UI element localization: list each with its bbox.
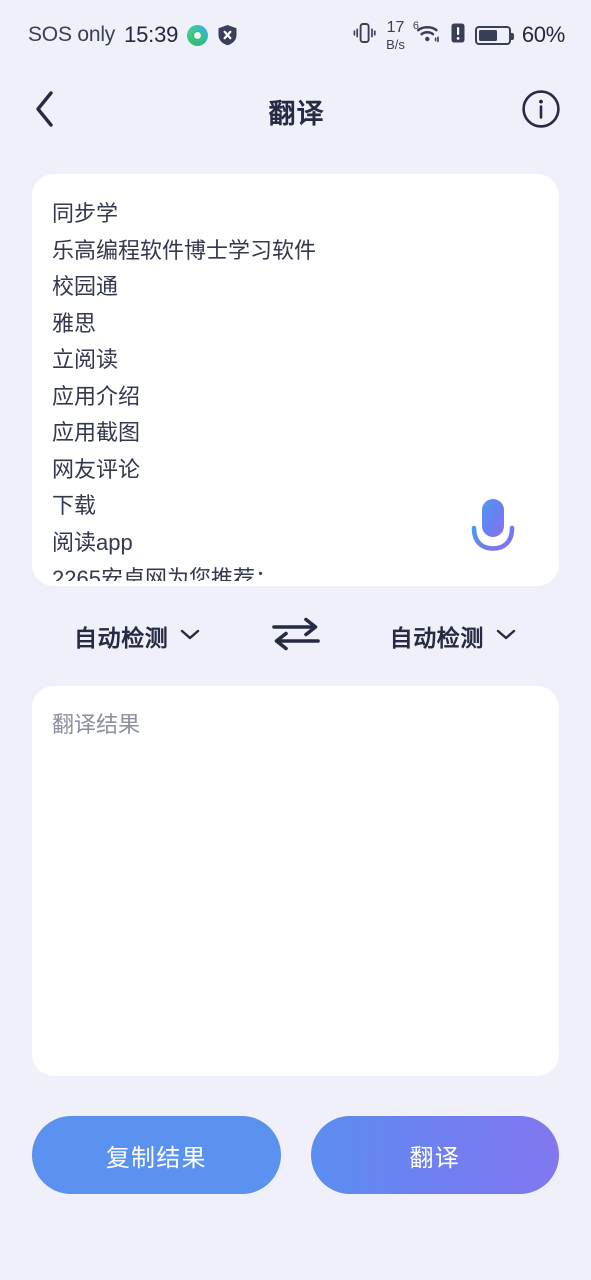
swap-languages-button[interactable] — [266, 613, 326, 659]
app-badge-green-icon — [187, 24, 209, 46]
network-speed-indicator: 17 B/s — [386, 18, 405, 52]
status-bar: SOS only 15:39 17 B/s 6 60% — [0, 0, 591, 70]
action-button-row: 复制结果 翻译 — [0, 1076, 591, 1194]
battery-icon — [474, 25, 514, 45]
translate-screen: SOS only 15:39 17 B/s 6 60% 翻译 同步学 乐高编程软… — [0, 0, 591, 1280]
source-language-dropdown[interactable]: 自动检测 — [74, 619, 201, 653]
vibrate-icon — [352, 21, 377, 50]
wifi-generation-label: 6 — [412, 19, 419, 32]
network-speed-unit: B/s — [386, 36, 405, 52]
target-language-dropdown[interactable]: 自动检测 — [390, 619, 517, 653]
translation-result-placeholder: 翻译结果 — [52, 712, 141, 737]
battery-fill — [478, 29, 498, 41]
microphone-icon — [461, 499, 525, 568]
battery-percent-label: 60% — [521, 22, 565, 47]
info-circle-icon — [521, 89, 561, 134]
source-text-card[interactable]: 同步学 乐高编程软件博士学习软件 校园通 雅思 立阅读 应用介绍 应用截图 网友… — [32, 174, 559, 586]
swap-arrows-icon — [268, 613, 324, 660]
sim-alert-icon — [450, 22, 466, 49]
back-button[interactable] — [32, 89, 76, 133]
chevron-left-icon — [32, 89, 58, 134]
chevron-down-icon — [179, 627, 201, 646]
carrier-label: SOS only — [28, 23, 116, 46]
wifi-icon: 6 — [412, 19, 441, 49]
shield-blocked-icon — [217, 24, 238, 46]
clock-label: 15:39 — [124, 22, 179, 47]
info-button[interactable] — [517, 89, 561, 133]
translate-button[interactable]: 翻译 — [310, 1116, 559, 1194]
translation-result-card[interactable]: 翻译结果 — [32, 686, 559, 1076]
language-selector-row: 自动检测 自动检测 — [0, 586, 591, 686]
status-bar-right: 17 B/s 6 60% — [352, 18, 565, 52]
app-header: 翻译 — [0, 70, 591, 152]
network-speed-value: 17 — [386, 18, 405, 36]
status-bar-left: SOS only 15:39 — [28, 22, 238, 48]
voice-input-button[interactable] — [461, 494, 525, 564]
source-language-label: 自动检测 — [74, 625, 169, 651]
copy-result-button[interactable]: 复制结果 — [32, 1116, 281, 1194]
chevron-down-icon — [495, 627, 517, 646]
page-title: 翻译 — [268, 98, 325, 129]
target-language-label: 自动检测 — [389, 625, 484, 651]
